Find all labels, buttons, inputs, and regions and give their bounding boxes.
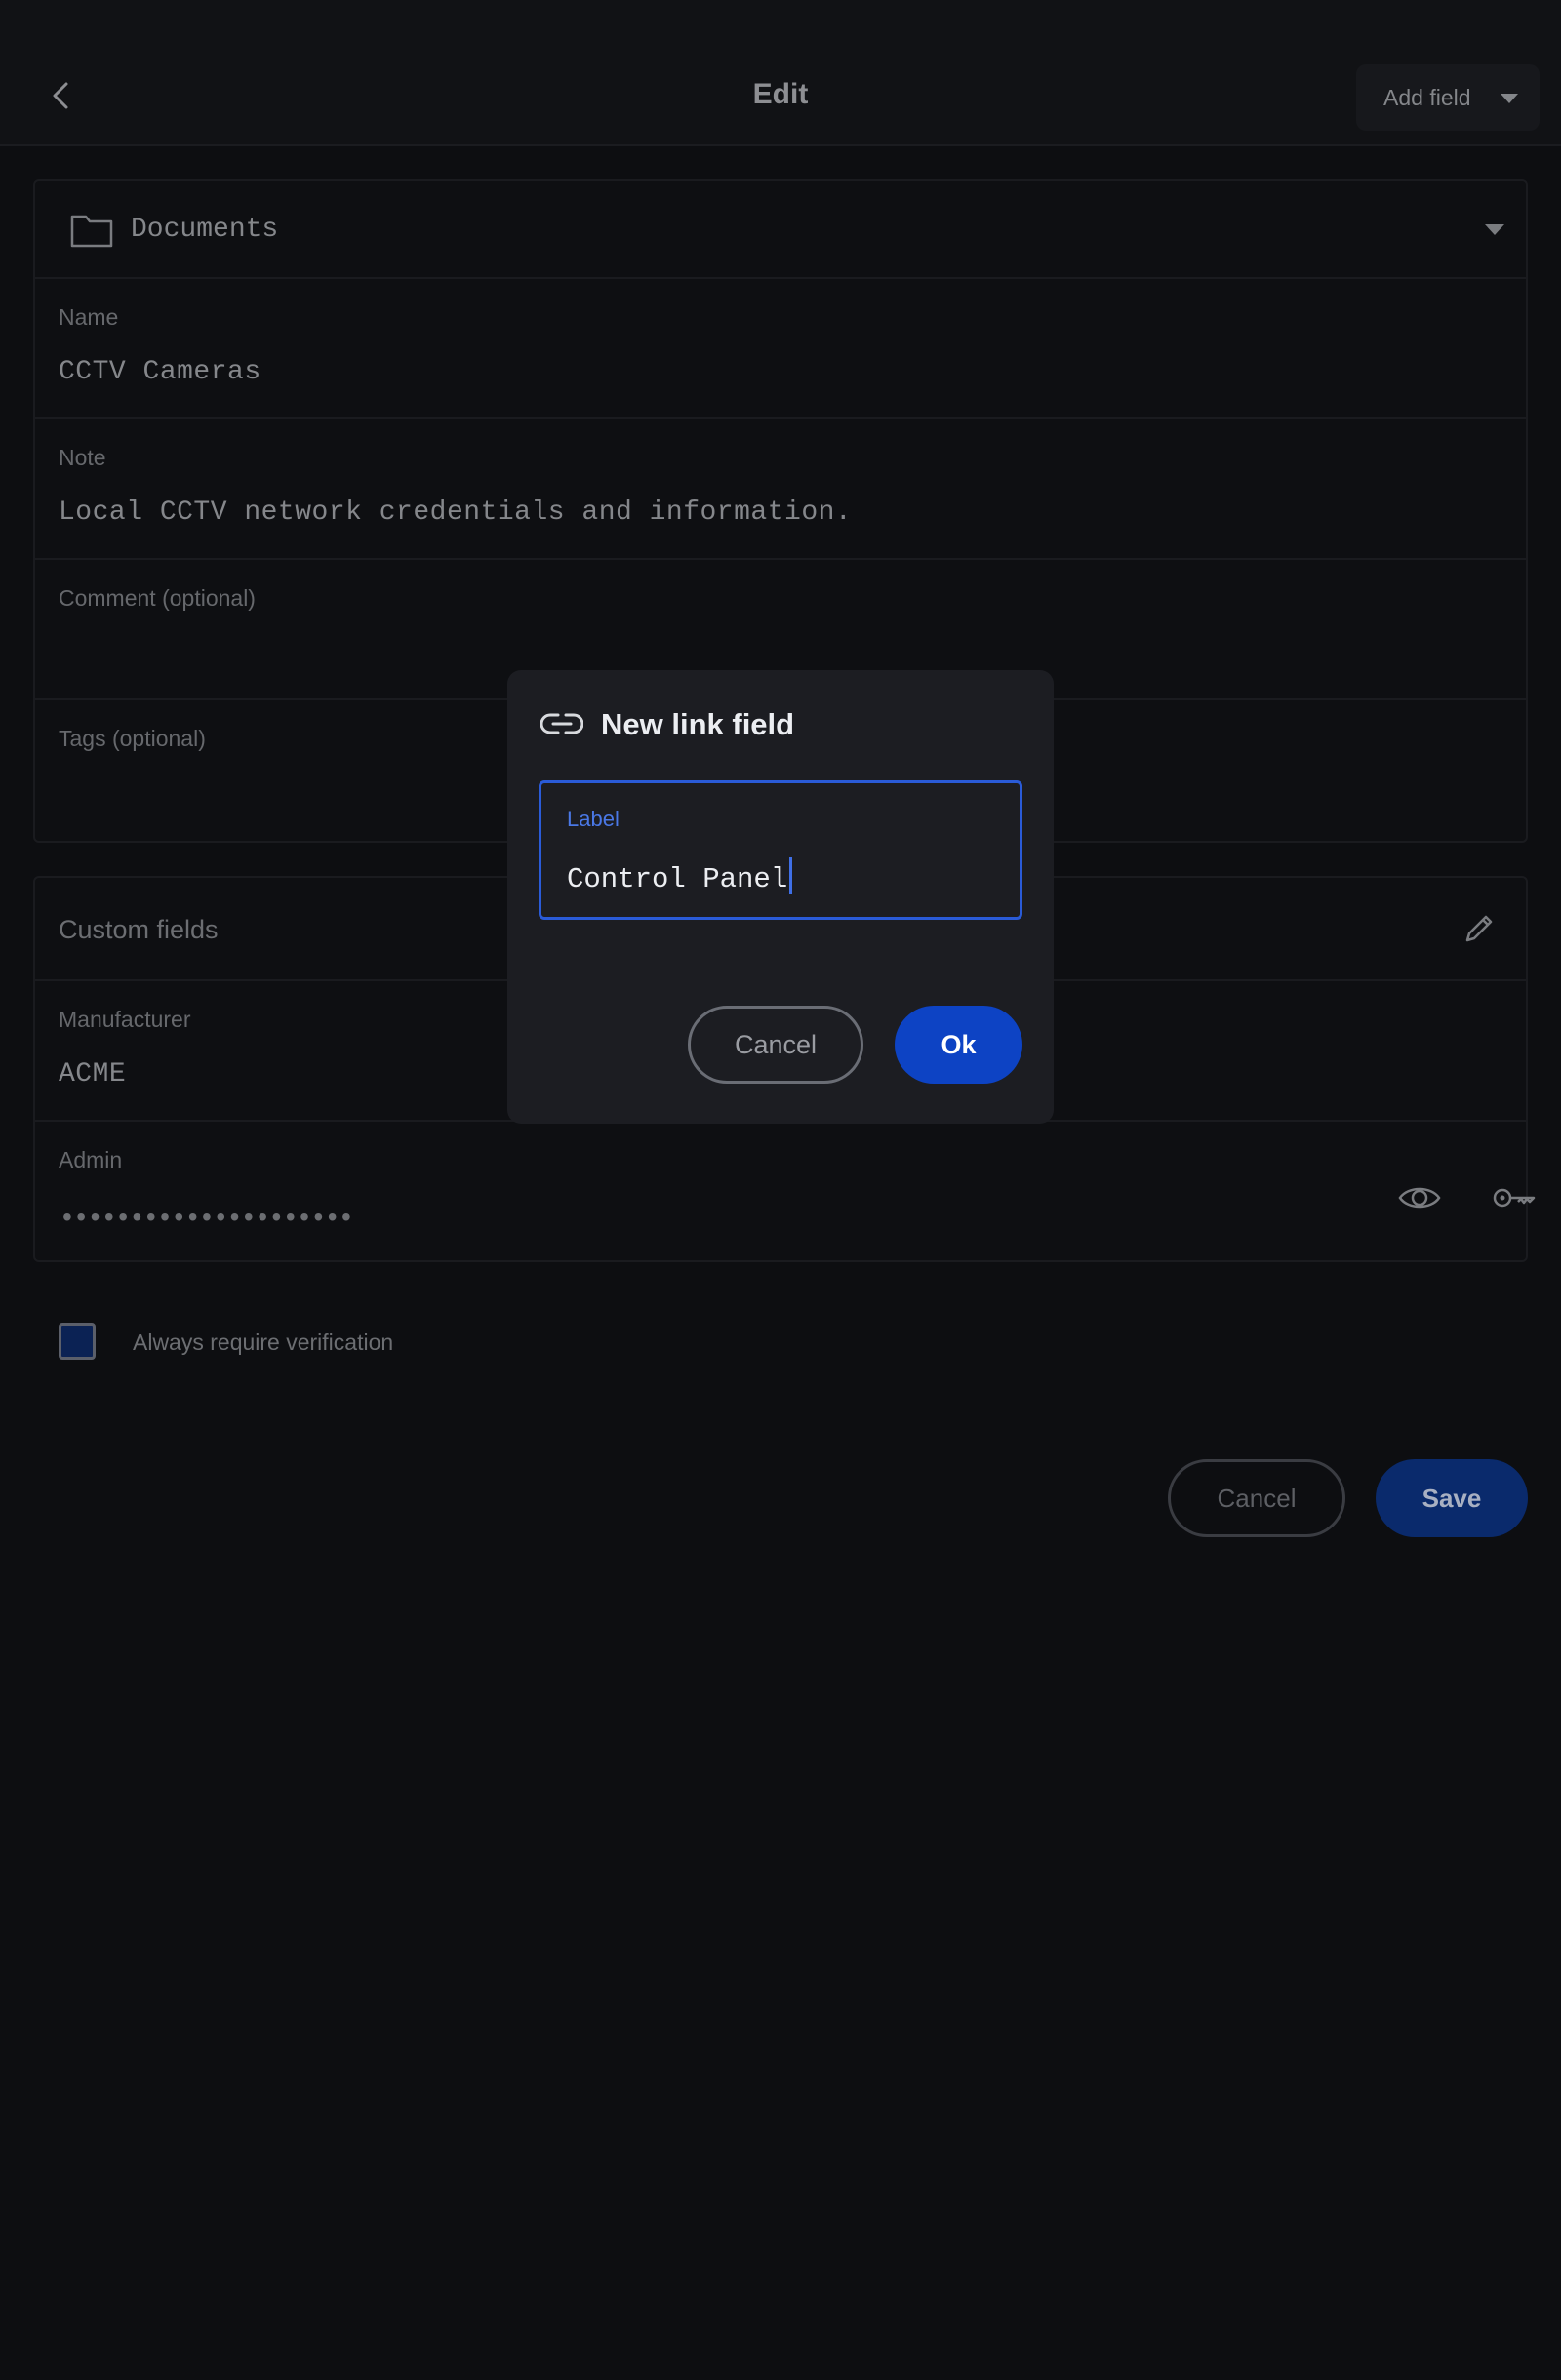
name-label: Name bbox=[59, 304, 119, 330]
custom-fields-title: Custom fields bbox=[59, 915, 219, 944]
top-bar: Edit Add field bbox=[0, 0, 1561, 146]
dialog-title: New link field bbox=[601, 707, 795, 741]
key-icon[interactable] bbox=[1491, 1178, 1538, 1217]
add-field-button[interactable]: Add field bbox=[1356, 64, 1540, 131]
label-input-label: Label bbox=[567, 807, 620, 831]
folder-select[interactable]: Documents bbox=[35, 181, 1526, 279]
admin-field[interactable]: Admin ••••••••••••••••••••• bbox=[35, 1122, 1536, 1262]
new-link-field-dialog: New link field Label Control Panel Cance… bbox=[507, 670, 1054, 1124]
edit-page: Edit Add field Documents Name CCTV Camer… bbox=[0, 0, 1561, 2380]
dialog-ok-label: Ok bbox=[941, 1029, 977, 1059]
admin-label: Admin bbox=[59, 1147, 123, 1172]
manufacturer-value[interactable]: ACME bbox=[59, 1059, 126, 1090]
verification-checkbox[interactable] bbox=[59, 1323, 96, 1360]
name-field[interactable]: Name CCTV Cameras bbox=[35, 279, 1526, 419]
cancel-button[interactable]: Cancel bbox=[1168, 1459, 1345, 1537]
tags-label: Tags (optional) bbox=[59, 726, 206, 751]
note-field[interactable]: Note Local CCTV network credentials and … bbox=[35, 419, 1526, 560]
note-value[interactable]: Local CCTV network credentials and infor… bbox=[59, 497, 852, 528]
save-button[interactable]: Save bbox=[1376, 1459, 1528, 1537]
link-icon bbox=[540, 713, 583, 734]
admin-password-value[interactable]: ••••••••••••••••••••• bbox=[62, 1202, 355, 1233]
note-label: Note bbox=[59, 445, 106, 470]
name-value[interactable]: CCTV Cameras bbox=[59, 357, 261, 387]
eye-icon[interactable] bbox=[1397, 1178, 1442, 1217]
dialog-cancel-button[interactable]: Cancel bbox=[688, 1006, 863, 1084]
pencil-icon[interactable] bbox=[1460, 909, 1499, 948]
page-title: Edit bbox=[752, 78, 809, 110]
dialog-cancel-label: Cancel bbox=[734, 1029, 818, 1059]
verification-label: Always require verification bbox=[133, 1329, 394, 1355]
save-button-label: Save bbox=[1421, 1483, 1482, 1513]
dialog-ok-button[interactable]: Ok bbox=[895, 1006, 1022, 1084]
folder-icon bbox=[70, 215, 113, 248]
manufacturer-label: Manufacturer bbox=[59, 1007, 191, 1032]
label-input-value[interactable]: Control Panel bbox=[567, 863, 787, 895]
cancel-button-label: Cancel bbox=[1217, 1483, 1297, 1513]
label-input[interactable]: Label Control Panel bbox=[539, 780, 1022, 920]
add-field-label: Add field bbox=[1383, 84, 1471, 110]
label-input-value-wrap[interactable]: Control Panel bbox=[567, 857, 793, 895]
folder-name: Documents bbox=[131, 215, 279, 245]
caret-down-icon bbox=[1501, 94, 1518, 103]
caret-down-icon bbox=[1485, 224, 1504, 235]
comment-label: Comment (optional) bbox=[59, 585, 256, 611]
text-cursor bbox=[789, 857, 793, 894]
